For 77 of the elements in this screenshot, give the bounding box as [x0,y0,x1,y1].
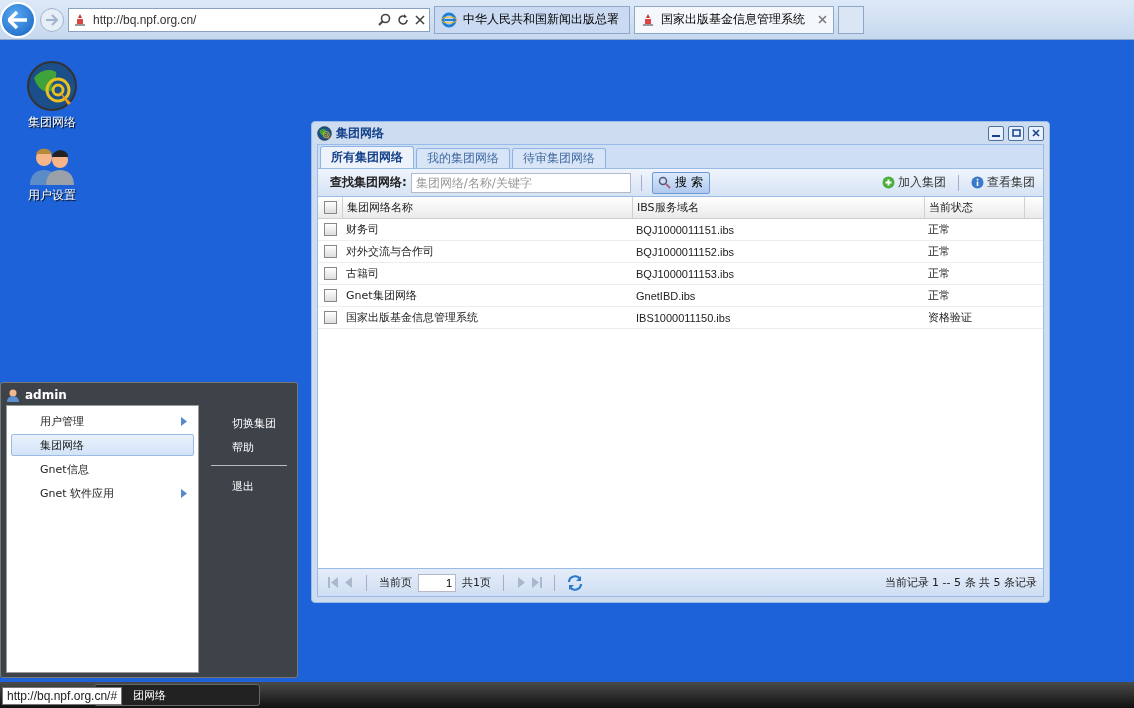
column-header[interactable]: IBS服务域名 [632,197,924,218]
search-button[interactable]: 搜 索 [651,171,710,194]
desktop-icon-label[interactable]: 用户设置 [28,187,76,204]
table-cell-text: 正常 [927,288,951,304]
back-arrow-icon [8,10,28,29]
close-icon[interactable] [415,14,425,25]
table-cell-text: 古籍司 [345,266,380,282]
table-cell-text: 正常 [927,266,951,282]
status-url-tooltip: http://bq.npf.org.cn/# [2,687,123,705]
row-checkbox[interactable] [323,311,337,324]
info-icon [971,176,984,189]
browser-tab[interactable]: 中华人民共和国新闻出版总署 [434,5,630,34]
table-cell-text: BQJ1000011151.ibs [635,222,736,238]
row-checkbox[interactable] [323,267,337,280]
row-checkbox[interactable] [323,223,337,236]
menu-item[interactable]: 集团网络 [11,434,194,456]
back-button[interactable] [0,1,36,38]
table-cell-text: GnetIBD.ibs [635,288,697,304]
tab[interactable]: 我的集团网络 [416,148,510,168]
menu-link[interactable]: 切换集团 [211,411,287,435]
table-cell-text: 财务司 [345,222,380,238]
menu-item[interactable]: 用户管理 [11,410,194,432]
site-favicon-icon [73,12,87,27]
menu-item[interactable]: Gnet信息 [11,458,194,480]
table-cell-text: 国家出版基金信息管理系统 [345,310,479,326]
submenu-arrow-icon [181,488,187,498]
add-icon [882,176,895,189]
refresh-button[interactable] [567,574,583,591]
desktop-icon-label[interactable]: 集团网络 [28,114,76,131]
new-tab-button[interactable] [838,5,864,34]
maximize-button[interactable] [1008,125,1024,141]
record-summary: 当前记录 1 -- 5 条 共 5 条记录 [884,575,1037,590]
page-label: 当前页 [379,575,412,590]
tab[interactable]: 所有集团网络 [320,146,414,168]
search-field[interactable]: 集团网络/名称/关键字 [410,172,631,193]
table-cell-text: Gnet集团网络 [345,288,418,304]
tab[interactable]: 待审集团网络 [512,148,606,168]
row-checkbox[interactable] [323,245,337,258]
user-name: admin [25,388,67,402]
table-cell-text: 资格验证 [927,310,973,326]
close-icon [1032,129,1040,137]
menu-link[interactable]: 退出 [211,474,287,498]
select-all-checkbox[interactable] [323,201,337,214]
close-button[interactable] [1028,125,1044,141]
row-checkbox[interactable] [323,289,337,302]
minimize-button[interactable] [988,125,1004,141]
page-total: 共1页 [462,575,491,590]
toolbar-button[interactable]: 加入集团 [880,174,948,191]
close-tab-icon[interactable] [818,15,827,24]
user-icon [6,388,20,402]
globe-target-icon[interactable] [26,60,78,112]
page-number-field[interactable]: 1 [418,573,456,592]
search-label: 查找集团网络: [330,174,407,191]
table-cell-text: BQJ1000011152.ibs [635,244,736,260]
table-cell-text: 正常 [927,222,951,238]
column-header[interactable]: 当前状态 [924,197,1024,218]
submenu-arrow-icon [181,416,187,426]
window-globe-icon [317,125,332,141]
forward-arrow-icon [45,13,59,26]
ie-logo-icon [441,11,457,28]
menu-link[interactable]: 帮助 [211,435,287,459]
table-cell-text: BQJ1000011153.ibs [635,266,736,282]
window-title: 集团网络 [336,124,385,142]
forward-button[interactable] [40,7,64,32]
site-favicon-icon [641,12,655,27]
address-bar[interactable]: http://bq.npf.org.cn/ [68,7,430,32]
table-cell-text: 正常 [927,244,951,260]
refresh-icon[interactable] [397,13,409,26]
menu-item[interactable]: Gnet 软件应用 [11,482,194,504]
table-cell-text: IBS1000011150.ibs [635,310,732,326]
column-header[interactable]: 集团网络名称 [342,197,632,218]
table-cell-text: 对外交流与合作司 [345,244,435,260]
search-icon [658,176,672,189]
search-icon[interactable] [378,13,391,26]
browser-tab[interactable]: 国家出版基金信息管理系统 [634,5,834,34]
toolbar-button[interactable]: 查看集团 [969,174,1037,191]
maximize-icon [1011,129,1021,137]
